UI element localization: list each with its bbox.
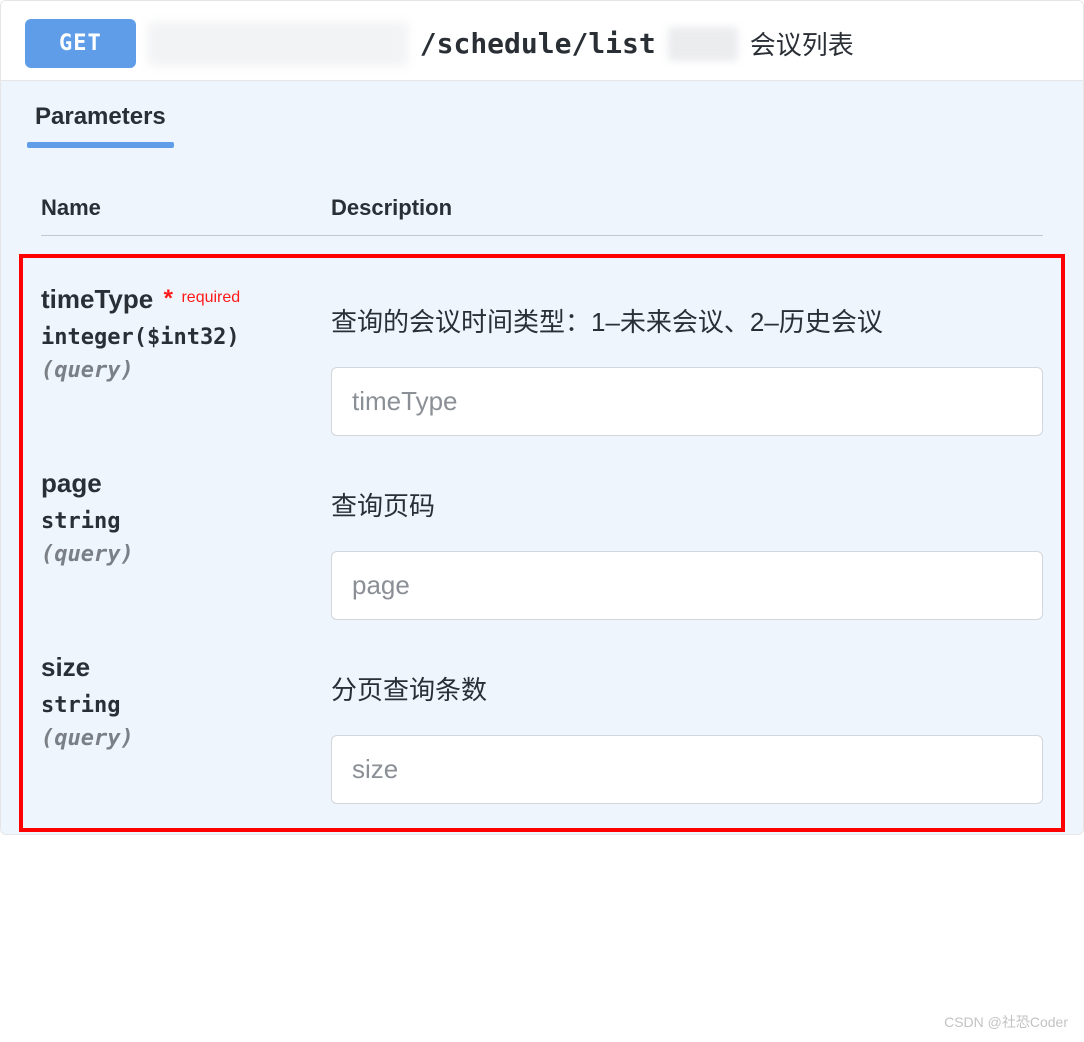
api-path: /schedule/list [420, 27, 656, 60]
http-method-badge: GET [25, 19, 136, 68]
param-description: 查询的会议时间类型：1–未来会议、2–历史会议 [331, 302, 1043, 339]
param-name: timeType [41, 284, 153, 314]
redacted-segment [668, 27, 738, 61]
param-desc-cell: 查询页码 [331, 462, 1043, 620]
api-body: Parameters Name Description timeType * r… [1, 80, 1083, 834]
column-header-name: Name [41, 195, 331, 221]
params-table-head: Name Description [41, 195, 1043, 236]
tab-active-indicator [27, 142, 174, 148]
api-panel: GET /schedule/list 会议列表 Parameters Name … [0, 0, 1084, 835]
param-row: page string (query) 查询页码 [41, 462, 1043, 646]
param-in: (query) [41, 358, 331, 383]
param-name: size [41, 652, 90, 682]
param-type: string [41, 693, 331, 718]
api-summary: 会议列表 [750, 25, 854, 62]
param-input-page[interactable] [331, 551, 1043, 620]
highlight-box: timeType * required integer($int32) (que… [19, 254, 1065, 832]
param-desc-cell: 查询的会议时间类型：1–未来会议、2–历史会议 [331, 278, 1043, 436]
param-row: timeType * required integer($int32) (que… [41, 278, 1043, 462]
required-label: required [181, 289, 240, 306]
param-name-cell: page string (query) [41, 462, 331, 567]
tab-parameters[interactable]: Parameters [27, 81, 174, 145]
param-name: page [41, 468, 102, 498]
param-type: string [41, 509, 331, 534]
watermark: CSDN @社恐Coder [944, 1012, 1068, 1032]
param-name-cell: size string (query) [41, 646, 331, 751]
redacted-host [148, 22, 408, 66]
param-input-timeType[interactable] [331, 367, 1043, 436]
param-in: (query) [41, 542, 331, 567]
param-description: 分页查询条数 [331, 670, 1043, 707]
param-row: size string (query) 分页查询条数 [41, 646, 1043, 804]
param-desc-cell: 分页查询条数 [331, 646, 1043, 804]
tab-row: Parameters [1, 81, 1083, 145]
required-star-icon: * [164, 285, 173, 312]
tab-parameters-label: Parameters [35, 103, 166, 130]
params-table: Name Description [23, 195, 1061, 256]
param-input-size[interactable] [331, 735, 1043, 804]
column-header-description: Description [331, 195, 1043, 221]
param-type: integer($int32) [41, 325, 331, 350]
param-name-cell: timeType * required integer($int32) (que… [41, 278, 331, 383]
param-description: 查询页码 [331, 486, 1043, 523]
param-in: (query) [41, 726, 331, 751]
api-header[interactable]: GET /schedule/list 会议列表 [1, 1, 1083, 80]
